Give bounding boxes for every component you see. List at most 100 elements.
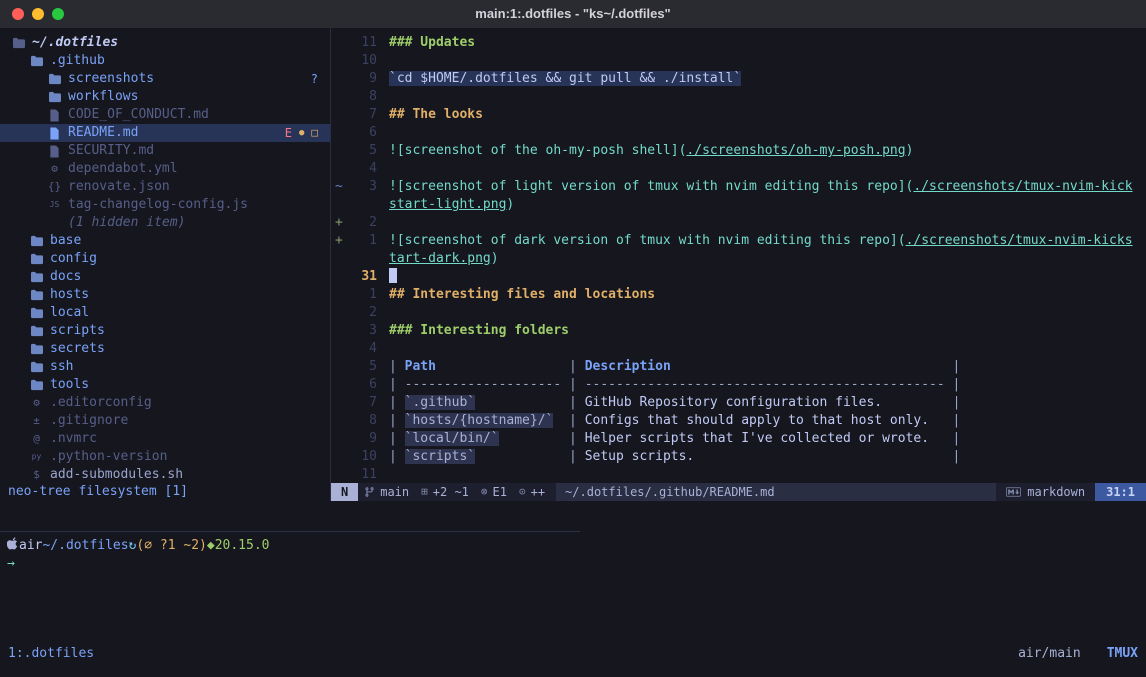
editor-segment-pipe: | — [953, 413, 961, 428]
editor-pane[interactable]: 11### Updates109`cd $HOME/.dotfiles && g… — [331, 28, 1146, 484]
editor-segment-md: ) — [491, 251, 499, 266]
tree-item-workflows[interactable]: workflows — [0, 88, 330, 106]
tree-item-scripts[interactable]: scripts — [0, 322, 330, 340]
tree-item-dependabot-yml[interactable]: ⚙dependabot.yml — [0, 160, 330, 178]
editor-line-text: ## Interesting files and locations — [389, 286, 655, 304]
extra-label: ++ — [531, 483, 545, 501]
gutter-sign — [331, 52, 349, 70]
editor-line[interactable]: 3### Interesting folders — [331, 322, 1146, 340]
editor-segment-plain — [694, 449, 952, 464]
editor-segment-desc: Configs that should apply to that host o… — [585, 413, 929, 428]
editor-line[interactable]: 4 — [331, 160, 1146, 178]
editor-line[interactable]: 7 | `.github` | GitHub Repository configu… — [331, 394, 1146, 412]
gutter-sign — [331, 466, 349, 484]
tree-item-label: scripts — [50, 322, 105, 340]
tmux-window-name[interactable]: 1:.dotfiles — [8, 645, 94, 663]
editor-line[interactable]: 8 — [331, 88, 1146, 106]
neotree-statusline-text: neo-tree filesystem [1] — [8, 483, 188, 501]
editor-segment-h2: ## Interesting files and locations — [389, 287, 655, 302]
editor-line[interactable]: 31 — [331, 268, 1146, 286]
tree-item-tools[interactable]: tools — [0, 376, 330, 394]
editor-line[interactable]: 10 — [331, 52, 1146, 70]
diagnostics-segment: ⊗ E1 — [475, 483, 513, 501]
tree-item-tag-changelog-config-js[interactable]: JStag-changelog-config.js — [0, 196, 330, 214]
tree-item-secrets[interactable]: secrets — [0, 340, 330, 358]
pane-separator-horizontal[interactable] — [0, 531, 580, 532]
gutter-sign — [331, 250, 349, 268]
extra-icon: ⊙ — [519, 483, 526, 501]
editor-segment-pipe: | — [389, 359, 405, 374]
editor-line[interactable]: 9`cd $HOME/.dotfiles && git pull && ./in… — [331, 70, 1146, 88]
tree-item-hosts[interactable]: hosts — [0, 286, 330, 304]
editor-segment-codespan: `scripts` — [405, 449, 475, 464]
editor-line-text: tart-dark.png) — [389, 250, 499, 268]
tree-item-local[interactable]: local — [0, 304, 330, 322]
editor-line[interactable]: 11### Updates — [331, 34, 1146, 52]
zoom-button[interactable] — [52, 8, 64, 20]
editor-line[interactable]: 11 — [331, 466, 1146, 484]
editor-segment-plain — [671, 359, 953, 374]
tree-item-label: hosts — [50, 286, 89, 304]
editor-line-text: ![screenshot of light version of tmux wi… — [389, 178, 1133, 196]
editor-line[interactable]: 6| -------------------- | --------------… — [331, 376, 1146, 394]
line-number: 7 — [349, 394, 377, 412]
tree-item-renovate-json[interactable]: {}renovate.json — [0, 178, 330, 196]
mod-badge: ● — [299, 124, 304, 142]
line-number: 10 — [349, 52, 377, 70]
editor-line-text: ![screenshot of dark version of tmux wit… — [389, 232, 1133, 250]
tree-item-security-md[interactable]: SECURITY.md — [0, 142, 330, 160]
editor-line[interactable]: +2 — [331, 214, 1146, 232]
tree-item-screenshots[interactable]: screenshots? — [0, 70, 330, 88]
editor-line[interactable]: 7## The looks — [331, 106, 1146, 124]
editor-line[interactable]: 5| Path | Description | — [331, 358, 1146, 376]
tree-item-readme-md[interactable]: README.mdE●□ — [0, 124, 330, 142]
tree-item-label: tools — [50, 376, 89, 394]
tree-item-code-of-conduct-md[interactable]: CODE_OF_CONDUCT.md — [0, 106, 330, 124]
editor-line[interactable]: 2 — [331, 304, 1146, 322]
shell-pane[interactable]: air ~/.dotfiles ↻ (⌀ ?1 ~2) ◆ 20.15.0 → — [0, 537, 1146, 573]
tree-item-python-version[interactable]: py.python-version — [0, 448, 330, 466]
editor-line[interactable]: 9| `local/bin/` | Helper scripts that I'… — [331, 430, 1146, 448]
editor-line-text: | `.github` | GitHub Repository configur… — [389, 394, 960, 412]
editor-segment-plain — [475, 395, 569, 410]
tree-item-github[interactable]: .github — [0, 52, 330, 70]
tree-item-ssh[interactable]: ssh — [0, 358, 330, 376]
git-icon: ± — [28, 412, 45, 430]
editor-line[interactable]: start-light.png) — [331, 196, 1146, 214]
diff-label: +2 ~1 — [433, 483, 469, 501]
tree-item-nvmrc[interactable]: @.nvmrc — [0, 430, 330, 448]
editor-line[interactable]: tart-dark.png) — [331, 250, 1146, 268]
editor-line[interactable]: +1![screenshot of dark version of tmux w… — [331, 232, 1146, 250]
line-number: 2 — [349, 304, 377, 322]
close-button[interactable] — [12, 8, 24, 20]
gutter-sign — [331, 430, 349, 448]
folder-open-icon — [28, 55, 45, 67]
tree-item-config[interactable]: config — [0, 250, 330, 268]
editor-line[interactable]: 4 — [331, 340, 1146, 358]
minimize-button[interactable] — [32, 8, 44, 20]
diff-icon: ⊞ — [421, 483, 428, 501]
editor-line[interactable]: ~3![screenshot of light version of tmux … — [331, 178, 1146, 196]
extra-segment: ⊙ ++ — [513, 483, 551, 501]
editor-segment-link: ./screenshots/oh-my-posh.png — [686, 143, 905, 158]
editor-segment-plain — [475, 449, 569, 464]
editor-line[interactable]: 1## Interesting files and locations — [331, 286, 1146, 304]
tree-item-add-submodules-sh[interactable]: $add-submodules.sh — [0, 466, 330, 484]
editor-line-text: ![screenshot of the oh-my-posh shell](./… — [389, 142, 913, 160]
tree-item-1-hidden-item[interactable]: (1 hidden item) — [0, 214, 330, 232]
editor-segment-dash: -------------------- — [405, 377, 562, 392]
tree-item-label: .gitignore — [50, 412, 128, 430]
tree-item-base[interactable]: base — [0, 232, 330, 250]
tree-item-gitignore[interactable]: ± .gitignore — [0, 412, 330, 430]
tree-item-editorconfig[interactable]: ⚙.editorconfig — [0, 394, 330, 412]
editor-line[interactable]: 6 — [331, 124, 1146, 142]
git-branch-segment: main — [358, 483, 415, 501]
unstaged-badge: □ — [311, 124, 318, 142]
editor-segment-link: ./screenshots/tmux-nvim-kick — [913, 179, 1132, 194]
editor-line[interactable]: 5![screenshot of the oh-my-posh shell](.… — [331, 142, 1146, 160]
editor-line[interactable]: 8| `hosts/{hostname}/` | Configs that sh… — [331, 412, 1146, 430]
prompt-arrow: → — [0, 555, 1146, 573]
tree-item-dotfiles[interactable]: ~/.dotfiles — [0, 34, 330, 52]
tree-item-docs[interactable]: docs — [0, 268, 330, 286]
editor-line[interactable]: 10| `scripts` | Setup scripts. | — [331, 448, 1146, 466]
